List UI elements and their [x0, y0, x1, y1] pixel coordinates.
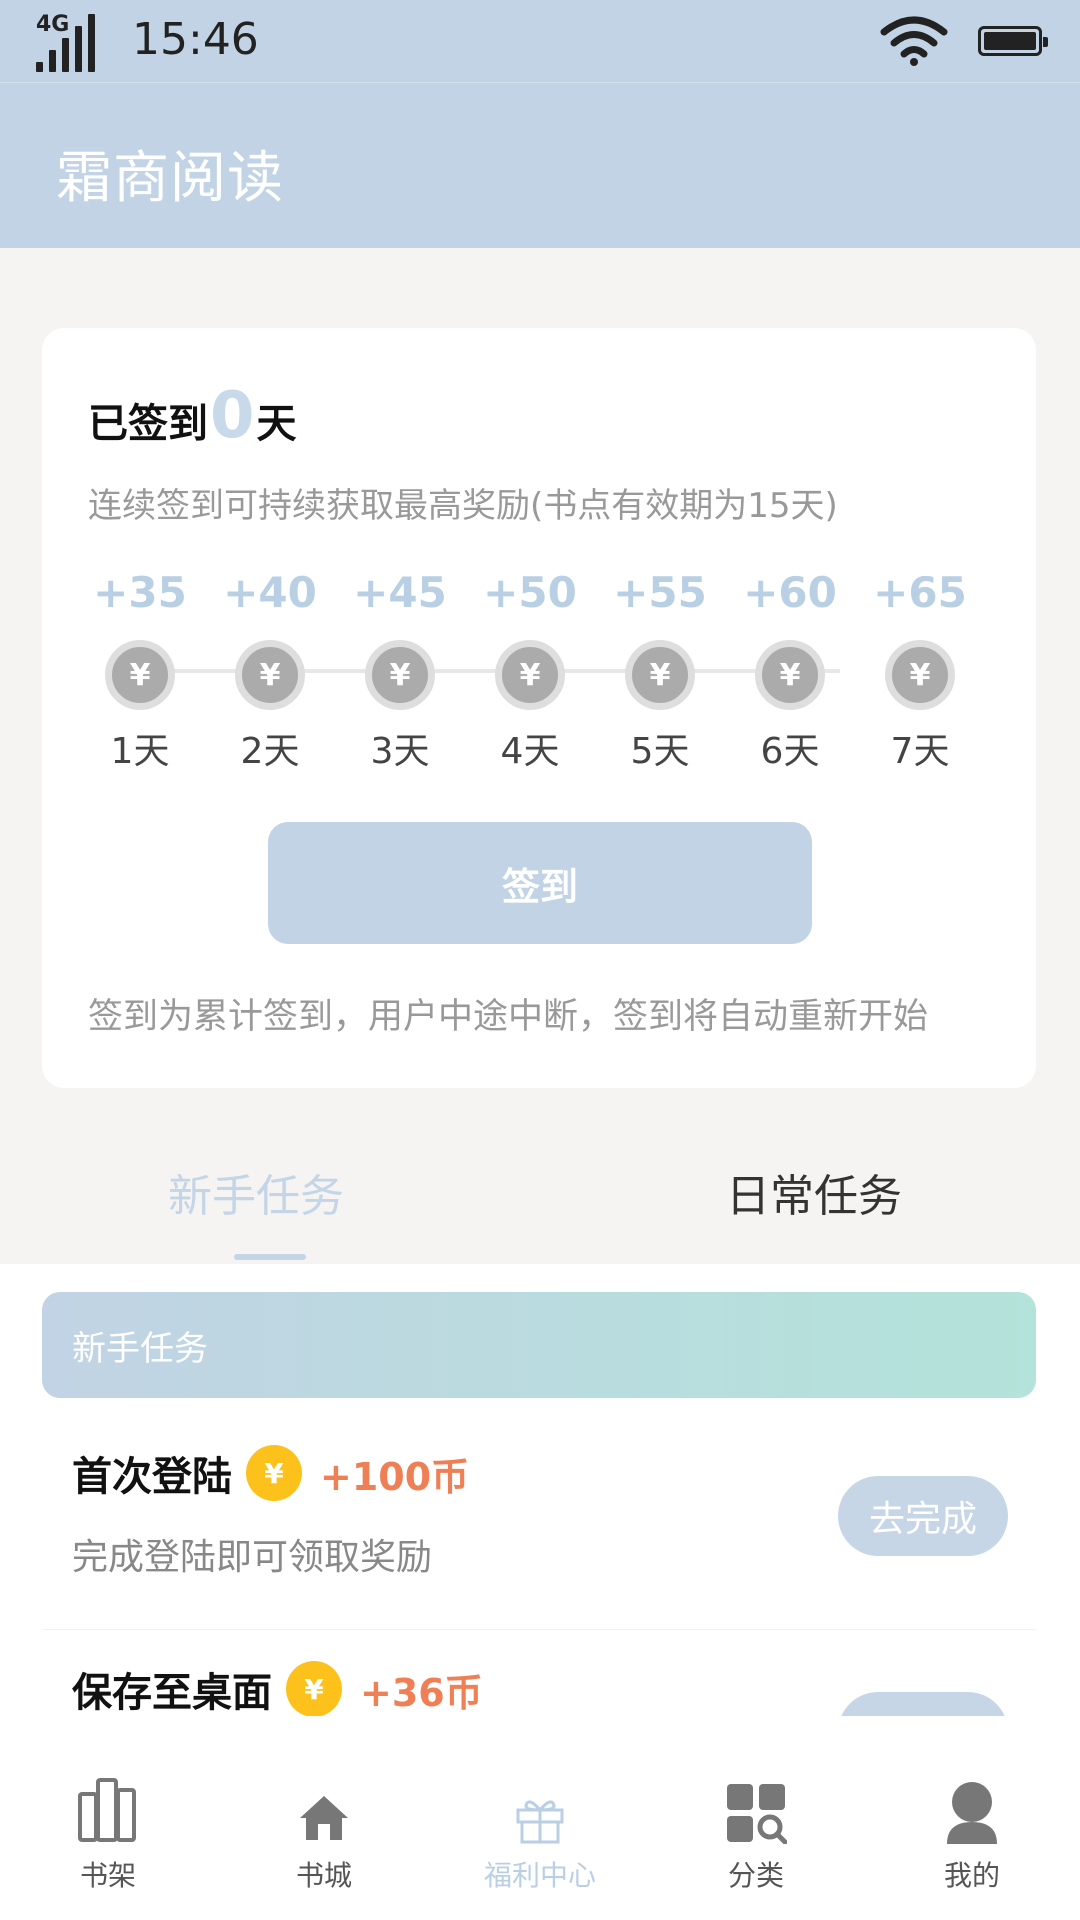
coin-icon: ¥ [625, 640, 695, 710]
signed-days-heading: 已签到 0 天 [88, 384, 297, 449]
day-points: +45 [353, 568, 447, 617]
nav-item-bookshelf[interactable]: 书架 [28, 1772, 188, 1894]
signin-day-5: +55 ¥ 5天 [600, 568, 720, 774]
gift-icon [516, 1800, 564, 1844]
task-subtitle: 完成登陆即可领取奖励 [72, 1537, 433, 1578]
day-label: 2天 [240, 731, 300, 772]
day-points: +65 [873, 568, 967, 617]
task-complete-button[interactable]: 去完成 [838, 1476, 1008, 1556]
task-title: 保存至桌面 [72, 1670, 272, 1716]
nav-item-bookstore[interactable]: 书城 [244, 1772, 404, 1894]
task-tabs: 新手任务 日常任务 [0, 1108, 1080, 1264]
day-label: 4天 [500, 731, 560, 772]
task-reward: +100币 [320, 1454, 470, 1499]
day-points: +60 [743, 568, 837, 617]
signin-day-3: +45 ¥ 3天 [340, 568, 460, 774]
day-points: +35 [93, 568, 187, 617]
coin-icon: ¥ [235, 640, 305, 710]
task-title-row: 首次登陆 ¥ +100币 [72, 1444, 469, 1502]
day-points: +50 [483, 568, 577, 617]
bottom-nav: 书架 书城 福利中心 分类 我的 [0, 1716, 1080, 1920]
day-points: +40 [223, 568, 317, 617]
coin-icon: ¥ [755, 640, 825, 710]
signed-prefix: 已签到 [88, 401, 208, 447]
signin-day-4: +50 ¥ 4天 [470, 568, 590, 774]
nav-label: 我的 [943, 1859, 1000, 1892]
signin-day-6: +60 ¥ 6天 [730, 568, 850, 774]
day-label: 6天 [760, 731, 820, 772]
task-item-save-to-desktop: 保存至桌面 ¥ +36币 去完成 [42, 1630, 1036, 1716]
nav-item-category[interactable]: 分类 [676, 1772, 836, 1894]
signin-day-track: +35 ¥ 1天 +40 ¥ 2天 +45 ¥ 3天 +50 ¥ 4天 +55 … [80, 568, 1000, 788]
task-item-first-login: 首次登陆 ¥ +100币 完成登陆即可领取奖励 去完成 [42, 1414, 1036, 1630]
nav-item-mine[interactable]: 我的 [892, 1772, 1052, 1894]
status-time: 15:46 [132, 14, 259, 65]
day-label: 3天 [370, 731, 430, 772]
day-label: 5天 [630, 731, 690, 772]
category-icon [727, 1784, 787, 1844]
wifi-icon [880, 16, 948, 66]
coin-icon: ¥ [495, 640, 565, 710]
status-bar: 4G 15:46 [0, 0, 1080, 82]
app-title: 霜商阅读 [56, 146, 284, 211]
task-title: 首次登陆 [72, 1454, 232, 1500]
coin-icon: ¥ [286, 1661, 342, 1716]
bookshelf-icon [78, 1778, 136, 1842]
active-tab-indicator [234, 1254, 306, 1260]
task-title-row: 保存至桌面 ¥ +36币 [72, 1660, 483, 1716]
nav-label: 书城 [295, 1859, 352, 1892]
nav-label: 书架 [79, 1859, 136, 1892]
task-section-banner: 新手任务 [42, 1292, 1036, 1398]
coin-icon: ¥ [365, 640, 435, 710]
tab-newbie-tasks[interactable]: 新手任务 [168, 1160, 344, 1224]
cellular-signal-icon: 4G [36, 12, 98, 72]
tab-daily-tasks[interactable]: 日常任务 [726, 1160, 902, 1224]
nav-label: 福利中心 [483, 1859, 596, 1892]
home-icon [300, 1796, 348, 1840]
signin-card: 已签到 0 天 连续签到可持续获取最高奖励(书点有效期为15天) +35 ¥ 1… [42, 328, 1036, 1088]
day-label: 7天 [890, 731, 950, 772]
app-header: 霜商阅读 [0, 82, 1080, 248]
task-complete-button[interactable]: 去完成 [838, 1692, 1008, 1716]
task-reward: +36币 [360, 1670, 483, 1715]
signin-day-2: +40 ¥ 2天 [210, 568, 330, 774]
nav-label: 分类 [727, 1859, 784, 1892]
task-list: 新手任务 首次登陆 ¥ +100币 完成登陆即可领取奖励 去完成 保存至桌面 ¥… [0, 1264, 1080, 1716]
network-type: 4G [36, 12, 70, 37]
signed-suffix: 天 [256, 401, 297, 447]
coin-icon: ¥ [105, 640, 175, 710]
user-icon [947, 1782, 997, 1844]
coin-icon: ¥ [885, 640, 955, 710]
day-label: 1天 [110, 731, 170, 772]
coin-icon: ¥ [246, 1445, 302, 1501]
signed-count: 0 [210, 379, 255, 453]
signin-day-1: +35 ¥ 1天 [80, 568, 200, 774]
signin-day-7: +65 ¥ 7天 [860, 568, 980, 774]
signin-note: 签到为累计签到，用户中途中断，签到将自动重新开始 [88, 997, 929, 1037]
signin-button[interactable]: 签到 [268, 822, 812, 944]
day-points: +55 [613, 568, 707, 617]
battery-icon [978, 26, 1048, 56]
nav-item-welfare-center[interactable]: 福利中心 [460, 1772, 620, 1894]
signin-description: 连续签到可持续获取最高奖励(书点有效期为15天) [88, 486, 838, 526]
